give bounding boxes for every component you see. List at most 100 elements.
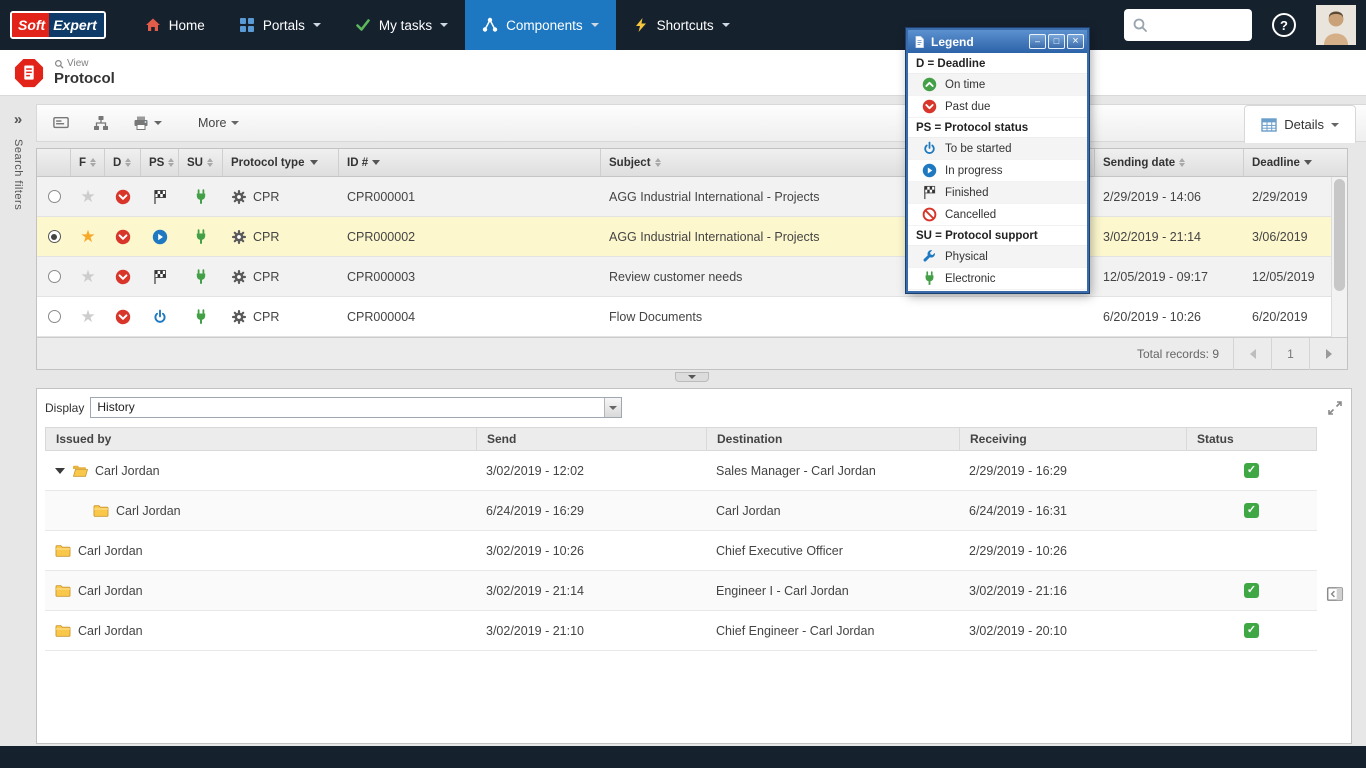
side-panel-toggle[interactable] [1326,585,1344,603]
destination-cell: Chief Executive Officer [706,531,959,570]
column-header-id[interactable]: ID # [339,149,601,176]
history-column-status[interactable]: Status [1187,428,1316,450]
favorite-star-icon[interactable]: ★ [80,268,95,285]
protocol-row-CPR000002[interactable]: ★CPRCPR000002AGG Industrial Internationa… [37,217,1347,257]
search-input[interactable] [1154,18,1242,33]
row-select-radio[interactable] [48,190,61,203]
details-tab[interactable]: Details [1244,105,1356,143]
nav-item-shortcuts[interactable]: Shortcuts [616,0,747,50]
protocol-type-cell: CPR [223,297,339,336]
expand-filters-icon[interactable] [14,112,22,127]
toolbar: More Details [36,104,1366,142]
sort-icon [168,158,170,167]
history-row-2[interactable]: Carl Jordan6/24/2019 - 16:29Carl Jordan6… [45,491,1317,531]
favorite-cell: ★ [71,217,105,256]
minimize-button[interactable] [1029,34,1046,49]
history-row-5[interactable]: Carl Jordan3/02/2019 - 21:10Chief Engine… [45,611,1317,651]
nav-item-my-tasks[interactable]: My tasks [338,0,465,50]
history-row-4[interactable]: Carl Jordan3/02/2019 - 21:14Engineer I -… [45,571,1317,611]
nav-item-home[interactable]: Home [128,0,222,50]
protocol-row-CPR000003[interactable]: ★CPRCPR000003Review customer needs12/05/… [37,257,1347,297]
vertical-scrollbar[interactable] [1331,177,1347,337]
more-button[interactable]: More [188,108,249,138]
scrollbar-thumb[interactable] [1334,179,1345,291]
protocol-row-CPR000004[interactable]: ★CPRCPR000004Flow Documents6/20/2019 - 1… [37,297,1347,337]
protocol-id: CPR000002 [339,217,601,256]
panel-splitter[interactable] [36,372,1348,386]
folder-icon [55,623,71,639]
status-cell: ✓ [1186,571,1317,610]
column-header-sending-date[interactable]: Sending date [1095,149,1244,176]
print-button[interactable] [123,108,172,138]
history-row-1[interactable]: Carl Jordan3/02/2019 - 12:02Sales Manage… [45,451,1317,491]
display-label: Display [45,401,84,415]
page-title: Protocol [54,70,115,87]
history-column-send[interactable]: Send [477,428,707,450]
select-cell [37,297,71,336]
collapse-node-icon[interactable] [55,468,65,474]
legend-item-electronic: Electronic [908,268,1087,290]
navbar-right [1124,5,1366,45]
display-value: History [91,398,604,417]
column-header-su[interactable]: SU [179,149,223,176]
issued-by-cell: Carl Jordan [45,531,476,570]
received-check-icon: ✓ [1244,503,1259,518]
protocol-type-label: CPR [253,230,279,244]
support-cell [179,217,223,256]
electronic-icon [193,189,209,205]
physical-icon [922,249,937,264]
sort-icon [90,158,96,167]
favorite-star-icon[interactable]: ★ [80,308,95,325]
collapse-panel-button[interactable] [675,372,709,382]
column-header-ps[interactable]: PS [141,149,179,176]
column-header-d[interactable]: D [105,149,141,176]
nav-item-label: Home [169,18,205,33]
global-search[interactable] [1124,9,1252,41]
help-button[interactable] [1272,13,1296,37]
deadline-date: 2/29/2019 [1244,177,1331,216]
row-select-radio[interactable] [48,270,61,283]
legend-item-label: Cancelled [945,209,996,221]
status-cell: ✓ [1186,451,1317,490]
view-record-button[interactable] [43,108,79,138]
softexpert-logo[interactable]: Soft Expert [10,11,106,39]
history-column-receiving[interactable]: Receiving [960,428,1187,450]
display-select[interactable]: History [90,397,622,418]
row-select-radio[interactable] [48,310,61,323]
legend-item-label: Past due [945,101,990,113]
finished-icon [922,185,937,200]
view-mode: View [54,59,115,69]
favorite-star-icon[interactable]: ★ [80,228,95,245]
favorite-star-icon[interactable]: ★ [80,188,95,205]
combo-dropdown-icon[interactable] [604,398,621,417]
issued-by-name: Carl Jordan [116,504,181,518]
electronic-icon [193,309,209,325]
column-header-protocol-type[interactable]: Protocol type [223,149,339,176]
next-page-button[interactable] [1309,338,1347,370]
column-header-deadline[interactable]: Deadline [1244,149,1331,176]
nav-item-label: Portals [263,18,305,33]
maximize-panel-icon[interactable] [1327,400,1343,416]
column-header-f[interactable]: F [71,149,105,176]
deadline-date: 12/05/2019 [1244,257,1331,296]
destination-cell: Sales Manager - Carl Jordan [706,451,959,490]
workflow-button[interactable] [83,108,119,138]
close-button[interactable] [1067,34,1084,49]
search-filters-strip[interactable]: Search filters [0,102,36,746]
protocol-row-CPR000001[interactable]: ★CPRCPR000001AGG Industrial Internationa… [37,177,1347,217]
nav-item-components[interactable]: Components [465,0,616,50]
prev-page-button[interactable] [1233,338,1271,370]
protocol-type-label: CPR [253,190,279,204]
gear-icon [231,189,247,205]
history-column-issued-by[interactable]: Issued by [46,428,477,450]
top-navbar: Soft Expert Home Portals My tasksComponent… [0,0,1366,50]
current-page: 1 [1271,338,1309,370]
maximize-button[interactable] [1048,34,1065,49]
history-column-destination[interactable]: Destination [707,428,960,450]
to-be-started-icon [152,309,168,325]
nav-item-portals[interactable]: Portals [222,0,338,50]
legend-titlebar[interactable]: Legend [908,30,1087,53]
row-select-radio[interactable] [48,230,61,243]
history-row-3[interactable]: Carl Jordan3/02/2019 - 10:26Chief Execut… [45,531,1317,571]
user-avatar[interactable] [1316,5,1356,45]
